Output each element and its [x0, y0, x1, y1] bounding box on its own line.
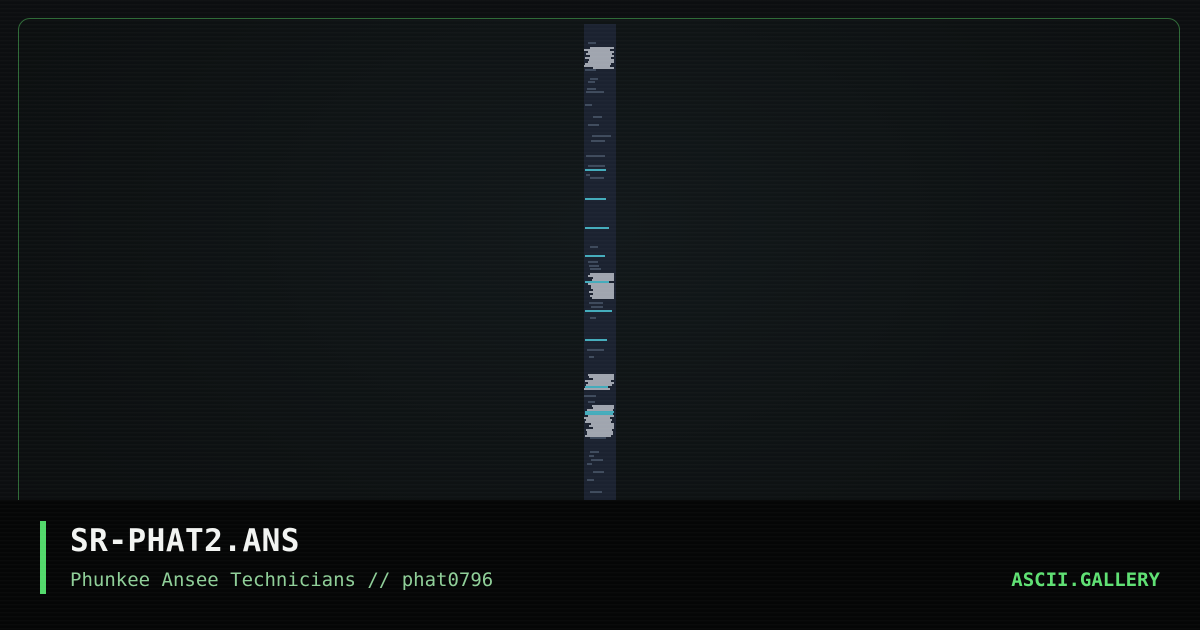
- artwork-texture-line: [589, 455, 594, 457]
- artwork-texture-line: [591, 140, 605, 142]
- artwork-texture-line: [588, 261, 598, 263]
- artwork-texture-line: [590, 317, 596, 319]
- artwork-texture-line: [591, 459, 603, 461]
- artwork-texture-line: [590, 268, 601, 270]
- artwork-texture-line: [584, 395, 596, 397]
- artwork-texture-line: [587, 463, 592, 465]
- artwork-texture-line: [586, 91, 604, 93]
- artwork-texture-line: [585, 255, 605, 257]
- artwork-texture-line: [588, 42, 596, 44]
- artwork-texture-line: [590, 491, 602, 493]
- artwork-texture-line: [591, 306, 603, 308]
- artwork-credits: Phunkee Ansee Technicians // phat0796: [70, 569, 494, 591]
- artwork-texture-line: [585, 310, 612, 312]
- artwork-texture-line: [587, 479, 594, 481]
- artwork-texture-line: [588, 401, 595, 403]
- artwork-texture-line: [590, 78, 598, 80]
- artwork-texture-line: [593, 471, 604, 473]
- artwork-texture-line: [585, 339, 607, 341]
- artwork-texture-line: [586, 174, 590, 176]
- accent-bar: [40, 521, 46, 594]
- artwork-title: SR-PHAT2.ANS: [70, 523, 300, 559]
- artwork-texture-line: [585, 227, 609, 229]
- artwork-texture-line: [592, 135, 611, 137]
- artwork-texture-line: [589, 265, 599, 267]
- artwork-texture-line: [585, 104, 592, 106]
- info-bar: SR-PHAT2.ANS Phunkee Ansee Technicians /…: [0, 500, 1200, 630]
- artwork-texture-line: [588, 81, 595, 83]
- artwork-texture-line: [587, 88, 596, 90]
- artwork-thumbnail[interactable]: [584, 24, 616, 500]
- artwork-texture-line: [588, 124, 599, 126]
- artwork-texture-line: [589, 302, 603, 304]
- og-card: SR-PHAT2.ANS Phunkee Ansee Technicians /…: [0, 0, 1200, 630]
- artwork-texture-line: [593, 116, 602, 118]
- artwork-texture-line: [585, 69, 596, 71]
- artwork-texture-line: [590, 451, 599, 453]
- artwork-texture-line: [588, 165, 605, 167]
- artwork-texture-line: [586, 155, 605, 157]
- artwork-texture-line: [587, 349, 604, 351]
- artwork-texture-line: [593, 67, 614, 69]
- artwork-texture-line: [590, 246, 598, 248]
- artwork-texture-line: [585, 198, 606, 200]
- artwork-texture-line: [592, 297, 614, 299]
- artwork-texture-line: [585, 169, 606, 171]
- artwork-texture-line: [590, 437, 606, 439]
- artwork-texture-line: [590, 177, 604, 179]
- artwork-texture-line: [589, 356, 594, 358]
- site-brand-link[interactable]: ASCII.GALLERY: [1011, 568, 1160, 592]
- artwork-texture-line: [584, 388, 610, 390]
